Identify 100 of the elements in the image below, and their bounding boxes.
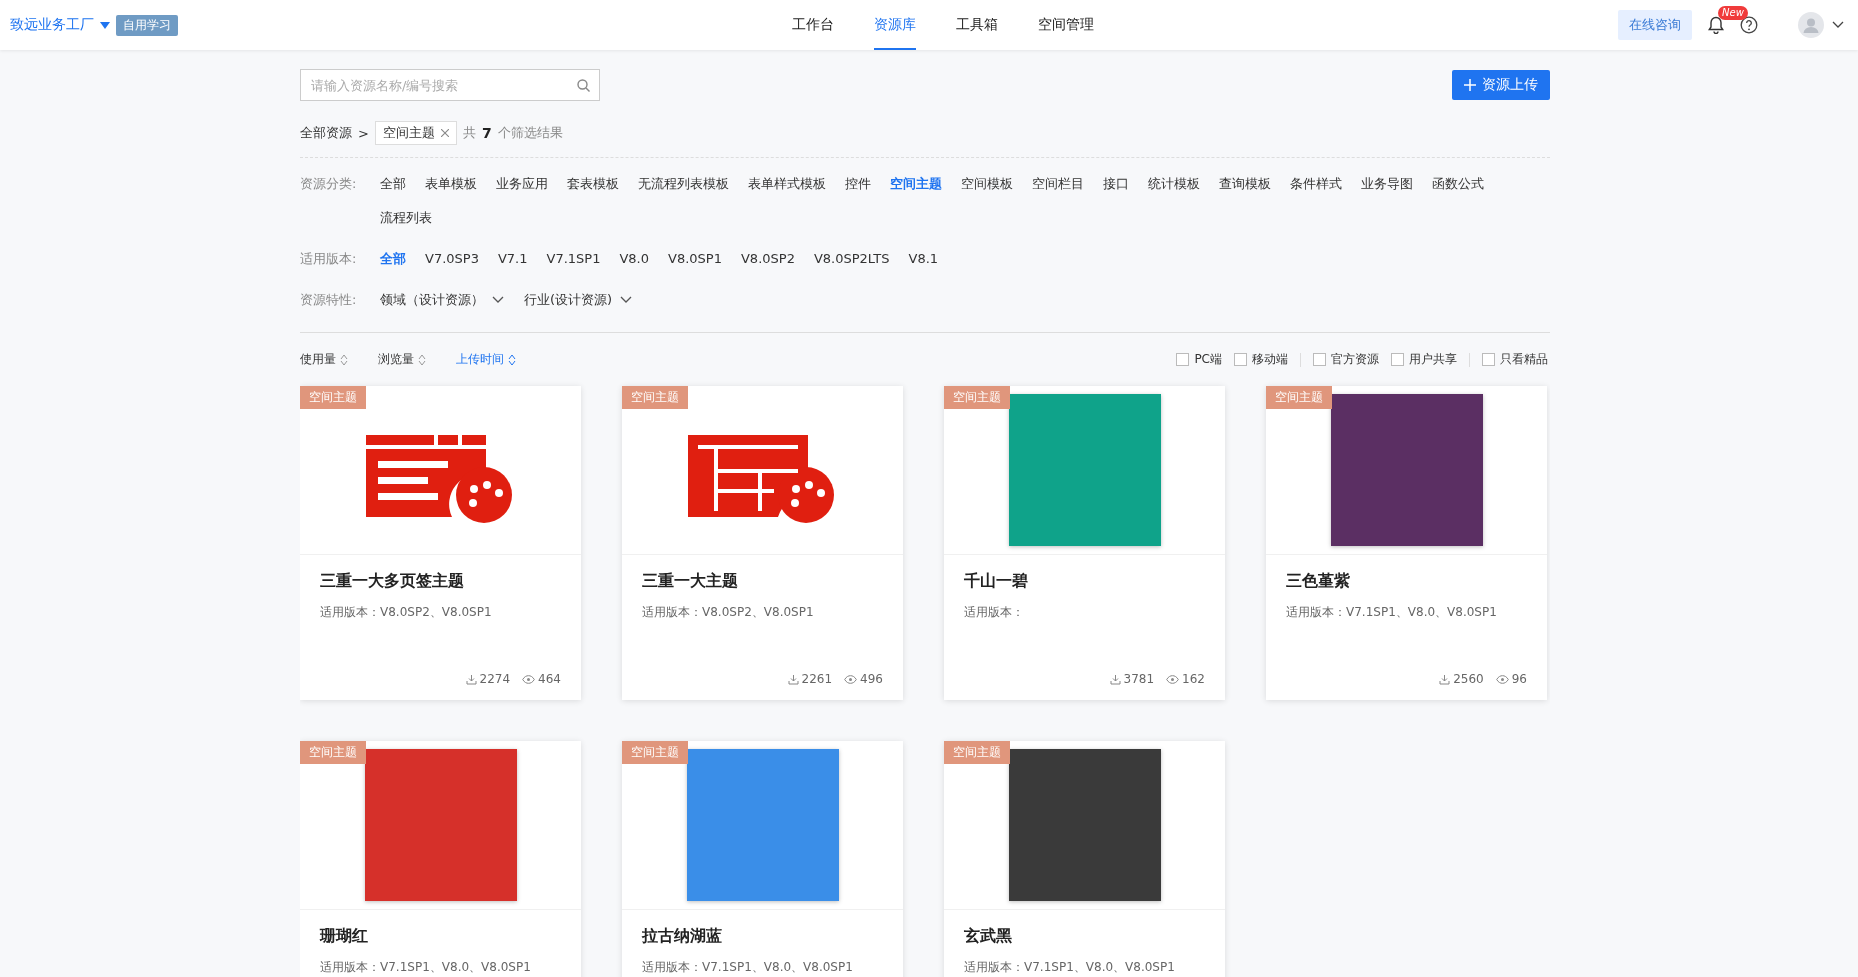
filter-option[interactable]: 套表模板 bbox=[567, 172, 619, 196]
version-text: 适用版本： bbox=[964, 604, 1025, 621]
card-title[interactable]: 三重一大主题 bbox=[642, 571, 883, 592]
card-title[interactable]: 珊瑚红 bbox=[320, 926, 561, 947]
category-tag: 空间主题 bbox=[300, 741, 366, 764]
version-text: 适用版本：V7.1SP1、V8.0、V8.0SP1 bbox=[320, 959, 532, 976]
download-icon bbox=[465, 673, 477, 685]
view-count: 464 bbox=[538, 672, 561, 686]
card-title[interactable]: 三重一大多页签主题 bbox=[320, 571, 561, 592]
filter-label: 资源特性: bbox=[300, 291, 358, 309]
category-tag: 空间主题 bbox=[1266, 386, 1332, 409]
download-icon bbox=[1439, 673, 1451, 685]
filter-option[interactable]: V7.1SP1 bbox=[546, 247, 601, 271]
checkbox[interactable] bbox=[1313, 353, 1326, 366]
filter-option[interactable]: 条件样式 bbox=[1290, 172, 1342, 196]
checkbox-label[interactable]: PC端 bbox=[1194, 351, 1222, 368]
category-tag: 空间主题 bbox=[944, 741, 1010, 764]
consult-button[interactable]: 在线咨询 bbox=[1618, 10, 1692, 40]
search-field[interactable]: 请输入资源名称/编号搜索 bbox=[300, 69, 600, 101]
breadcrumb-separator: > bbox=[358, 125, 369, 141]
sort-icon bbox=[418, 353, 426, 366]
filter-option[interactable]: 函数公式 bbox=[1432, 172, 1484, 196]
search-icon bbox=[577, 79, 590, 92]
download-count: 2560 bbox=[1453, 672, 1484, 686]
sort-option[interactable]: 使用量 bbox=[300, 351, 348, 368]
result-count: 7 bbox=[481, 125, 492, 141]
card-title[interactable]: 拉古纳湖蓝 bbox=[642, 926, 883, 947]
filter-option[interactable]: V8.1 bbox=[908, 247, 939, 271]
filter-option[interactable]: 空间栏目 bbox=[1032, 172, 1084, 196]
checkbox-label[interactable]: 移动端 bbox=[1252, 351, 1288, 368]
checkbox-label[interactable]: 只看精品 bbox=[1500, 351, 1548, 368]
category-tag: 空间主题 bbox=[300, 386, 366, 409]
checkbox-label[interactable]: 官方资源 bbox=[1331, 351, 1379, 368]
version-text: 适用版本：V7.1SP1、V8.0、V8.0SP1 bbox=[964, 959, 1176, 976]
bell-icon[interactable] bbox=[1708, 16, 1724, 34]
workspace-badge: 自用学习 bbox=[116, 14, 178, 36]
filter-option[interactable]: 全部 bbox=[380, 172, 406, 196]
filter-label: 资源分类: bbox=[300, 175, 358, 193]
sort-option[interactable]: 浏览量 bbox=[378, 351, 426, 368]
upload-button[interactable]: 资源上传 bbox=[1452, 70, 1550, 100]
filter-option[interactable]: V8.0SP2LTS bbox=[813, 247, 890, 271]
filter-option[interactable]: 空间模板 bbox=[961, 172, 1013, 196]
view-count: 162 bbox=[1182, 672, 1205, 686]
download-count: 3781 bbox=[1123, 672, 1155, 686]
sort-icon bbox=[508, 353, 516, 366]
eye-icon bbox=[522, 674, 536, 684]
eye-icon bbox=[844, 674, 858, 684]
card-title[interactable]: 千山一碧 bbox=[964, 571, 1205, 592]
filter-option[interactable]: V8.0SP2 bbox=[740, 247, 795, 271]
version-text: 适用版本：V8.0SP2、V8.0SP1 bbox=[642, 604, 815, 621]
version-text: 适用版本：V7.1SP1、V8.0、V8.0SP1 bbox=[1286, 604, 1498, 621]
checkbox[interactable] bbox=[1234, 353, 1247, 366]
nav-tab[interactable]: 资源库 bbox=[874, 0, 916, 50]
filter-option[interactable]: 流程列表 bbox=[380, 206, 432, 230]
filter-option[interactable]: 空间主题 bbox=[890, 172, 942, 196]
filter-option[interactable]: 统计模板 bbox=[1148, 172, 1200, 196]
close-icon[interactable] bbox=[440, 129, 449, 137]
checkbox[interactable] bbox=[1176, 353, 1190, 366]
caret-down-icon[interactable] bbox=[100, 21, 110, 29]
feature-dropdown[interactable]: 行业(设计资源) bbox=[524, 288, 633, 312]
result-suffix: 个筛选结果 bbox=[497, 124, 563, 142]
filter-option[interactable]: 控件 bbox=[845, 172, 871, 196]
checkbox-label[interactable]: 用户共享 bbox=[1409, 351, 1457, 368]
filter-option[interactable]: 无流程列表模板 bbox=[638, 172, 729, 196]
help-icon[interactable] bbox=[1740, 16, 1758, 34]
filter-option[interactable]: V7.0SP3 bbox=[425, 247, 479, 271]
filter-option[interactable]: 表单模板 bbox=[425, 172, 477, 196]
sort-icon bbox=[340, 353, 348, 366]
filter-option[interactable]: V8.0SP1 bbox=[668, 247, 722, 271]
download-icon bbox=[787, 673, 799, 685]
filter-option[interactable]: 全部 bbox=[380, 247, 406, 271]
filter-option[interactable]: 表单样式模板 bbox=[748, 172, 826, 196]
version-text: 适用版本：V7.1SP1、V8.0、V8.0SP1 bbox=[642, 959, 854, 976]
filter-option[interactable]: V7.1 bbox=[497, 247, 528, 271]
feature-dropdown[interactable]: 领域（设计资源） bbox=[380, 288, 504, 312]
filter-option[interactable]: 业务应用 bbox=[496, 172, 548, 196]
result-prefix: 共 bbox=[462, 124, 476, 142]
download-count: 2261 bbox=[801, 672, 833, 686]
plus-icon bbox=[1464, 79, 1476, 91]
filter-option[interactable]: 查询模板 bbox=[1219, 172, 1271, 196]
nav-tab[interactable]: 工作台 bbox=[792, 0, 834, 50]
chevron-down-icon bbox=[492, 296, 504, 304]
filter-tag-label: 空间主题 bbox=[382, 124, 435, 142]
brand-name[interactable]: 致远业务工厂 bbox=[10, 16, 94, 34]
eye-icon bbox=[1166, 674, 1180, 684]
filter-option[interactable]: 业务导图 bbox=[1361, 172, 1413, 196]
breadcrumb-link[interactable]: 全部资源 bbox=[300, 124, 352, 142]
filter-option[interactable]: 接口 bbox=[1103, 172, 1129, 196]
card-title[interactable]: 三色堇紫 bbox=[1286, 571, 1527, 592]
nav-tab[interactable]: 工具箱 bbox=[956, 0, 998, 50]
checkbox[interactable] bbox=[1391, 353, 1404, 366]
category-tag: 空间主题 bbox=[622, 741, 688, 764]
filter-option[interactable]: V8.0 bbox=[619, 247, 650, 271]
sort-option[interactable]: 上传时间 bbox=[456, 351, 516, 368]
eye-icon bbox=[1495, 674, 1509, 684]
card-title[interactable]: 玄武黑 bbox=[964, 926, 1205, 947]
avatar-icon[interactable] bbox=[1798, 12, 1824, 38]
nav-tab[interactable]: 空间管理 bbox=[1038, 0, 1094, 50]
checkbox[interactable] bbox=[1482, 353, 1495, 366]
new-badge: New bbox=[1718, 6, 1748, 20]
